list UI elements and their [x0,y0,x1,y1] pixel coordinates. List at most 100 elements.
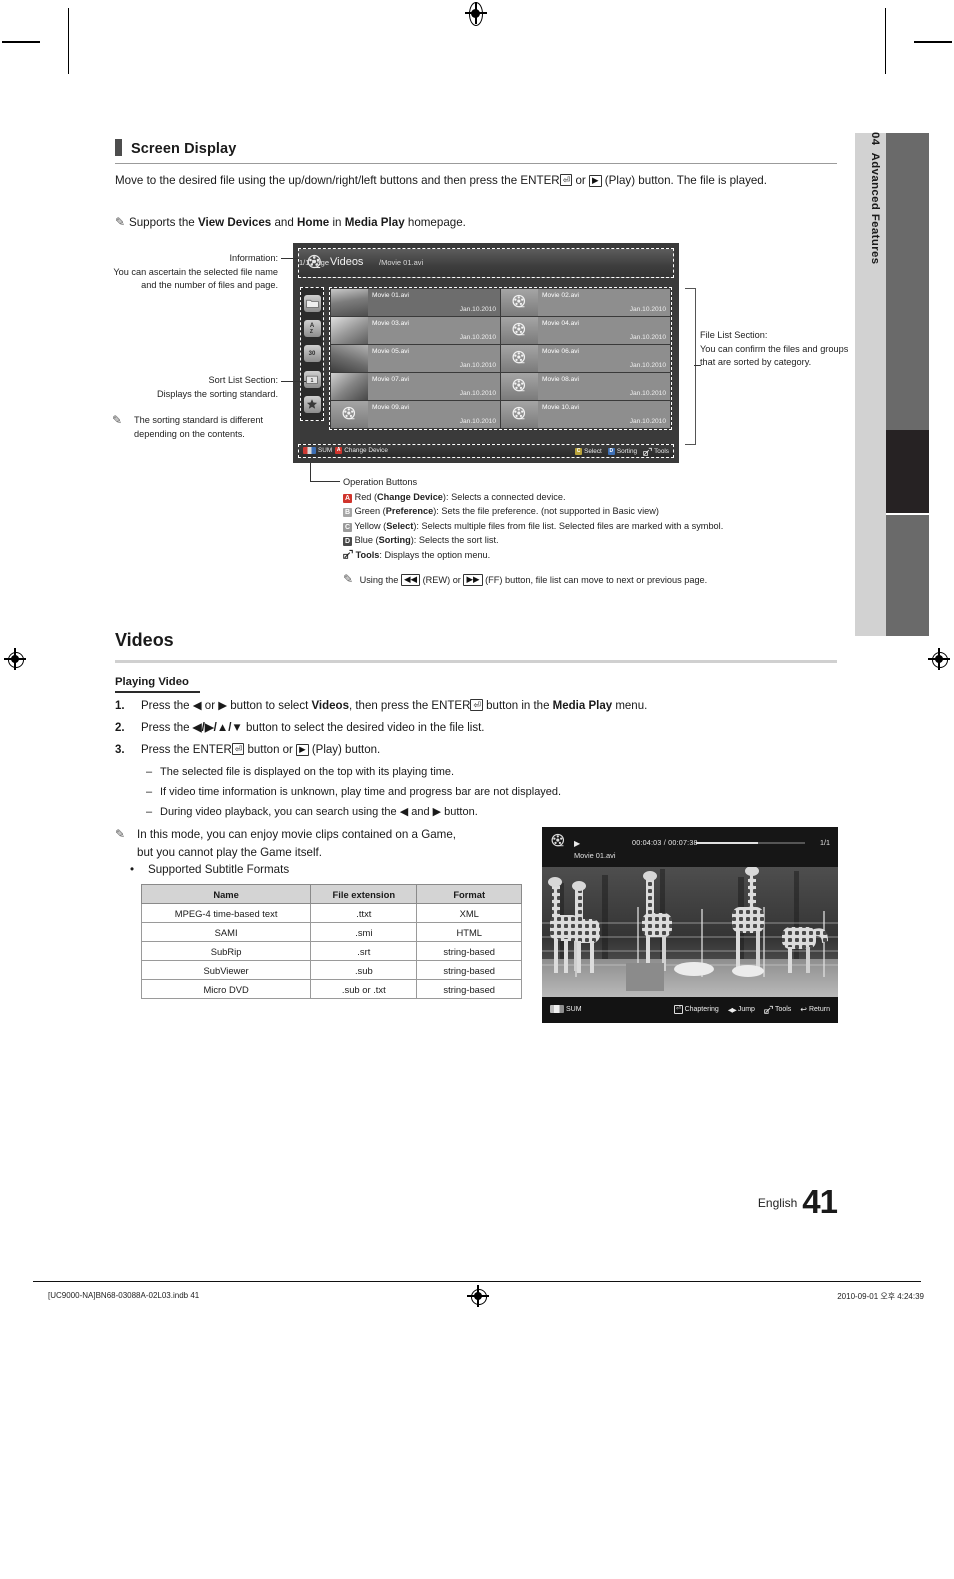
file-date: Jan.10.2010 [459,362,496,369]
folder-icon[interactable] [303,295,321,313]
red-desc: Selects a connected device. [451,491,566,502]
file-thumbnail [331,373,368,400]
play-status-icon: ▶ [574,839,581,848]
videos-heading-text: Videos [115,630,174,650]
file-thumbnail [331,289,368,316]
sort-callout-title: Sort List Section: [208,375,278,385]
file-list-item[interactable]: Movie 02.avi Jan.10.2010 [501,289,670,316]
favorites-star-icon[interactable] [303,395,321,413]
film-reel-thumbnail-icon [501,345,538,372]
red-key-icon: A [343,493,352,503]
step-1-number: 1. [115,700,125,712]
filelist-callout-body: You can confirm the files and groups tha… [700,343,849,368]
file-date: Jan.10.2010 [459,390,496,397]
calendar-30-icon[interactable]: 30 [303,345,321,363]
chaptering-button[interactable]: ⏎ Chaptering [673,1005,719,1014]
step-2-text: Press the ◀/▶/▲/▼ button to select the d… [141,720,835,736]
film-reel-icon-player [551,833,565,847]
videos-heading: Videos [115,630,837,651]
screen-display-heading: Screen Display [115,139,837,158]
player-tools-button[interactable]: Tools [764,1005,791,1014]
step-1-text: Press the ◀ or ▶ button to select Videos… [141,699,648,712]
file-list-info-bar: Videos /Movie 01.avi 1/1 Page [298,248,674,278]
note-view-devices: View Devices [197,216,272,229]
enter-key-icon: ⏎ [559,174,573,186]
dash-item-1: – The selected file is displayed on the … [146,764,836,780]
rew-key-icon: ◀◀ [400,573,421,586]
tools-desc: : Displays the option menu. [379,549,491,560]
green-label: Green [354,506,381,516]
table-cell: .srt [310,941,418,961]
player-operation-left: SUM [550,1005,582,1013]
file-name: Movie 06.avi [542,348,580,355]
tools-bold: Tools [355,549,380,560]
game-note: ✎ In this mode, you can enjoy movie clip… [115,826,535,861]
operation-item-blue: D Blue (Sorting): Selects the sort list. [343,535,499,546]
change-device-button[interactable]: A Change Device [335,447,388,454]
crop-mark-tr-v [885,8,886,74]
file-list-item[interactable]: Movie 09.avi Jan.10.2010 [331,401,500,428]
c-key-icon: C [575,448,583,455]
file-date: Jan.10.2010 [629,362,666,369]
file-meta: Movie 07.avi Jan.10.2010 [368,373,500,400]
file-list-section[interactable]: Movie 01.avi Jan.10.2010 Movie 02.avi Jan.1… [329,287,672,430]
a-key-icon: A [335,447,343,454]
file-list-item[interactable]: Movie 04.avi Jan.10.2010 [501,317,670,344]
file-meta: Movie 02.avi Jan.10.2010 [538,289,670,316]
file-list-item[interactable]: Movie 06.avi Jan.10.2010 [501,345,670,372]
jump-button[interactable]: ◀▶ Jump [728,1006,755,1014]
step-3-b: button or [244,744,297,756]
file-list-item[interactable]: Movie 08.avi Jan.10.2010 [501,373,670,400]
table-cell: MPEG-4 time-based text [140,903,312,923]
step-3-number: 3. [115,744,125,756]
dash-text-1: The selected file is displayed on the to… [160,766,455,778]
player-sum-label: SUM [566,1005,582,1013]
alphabet-az-icon[interactable]: AZ [303,320,321,338]
feed-trough [626,963,664,991]
player-operation-right: ⏎ Chaptering ◀▶ Jump Tools ↩ Return [673,1005,830,1014]
preference-icon[interactable]: 1 [303,370,321,388]
operation-leader-horiz [310,481,340,482]
enter-key-icon-step1: ⏎ [470,699,483,711]
registration-mark-bottom [467,1285,489,1307]
file-list-item[interactable]: Movie 05.avi Jan.10.2010 [331,345,500,372]
step-1: 1. Press the ◀ or ▶ button to select Vid… [115,698,835,714]
progress-bar[interactable] [696,842,805,844]
sorting-button[interactable]: D Sorting [607,448,637,455]
yellow-bold: Select [386,520,414,531]
dash-text-2: If video time information is unknown, pl… [160,786,562,798]
select-button[interactable]: C Select [575,448,602,455]
step-2-b: button to select the desired video in th… [242,722,485,734]
sort-list-section[interactable]: AZ 30 1 [300,287,324,421]
table-cell: string-based [416,941,522,961]
subtitle-bullet-text: Supported Subtitle Formats [148,863,290,876]
file-list-item[interactable]: Movie 07.avi Jan.10.2010 [331,373,500,400]
file-list-operation-bar: SUM A Change Device C Select D Sorting T… [298,444,674,458]
dash-item-3: – During video playback, you can search … [146,804,836,820]
chapter-number: 04 [869,132,881,146]
note-home: Home [297,216,330,229]
file-list-item[interactable]: Movie 10.avi Jan.10.2010 [501,401,670,428]
file-date: Jan.10.2010 [629,418,666,425]
green-bold: Preference [385,506,434,516]
yellow-desc: Selects multiple files from file list. S… [421,520,724,531]
registration-mark-top [465,2,487,26]
left-right-icon: ◀▶ [727,1006,737,1014]
file-list-item[interactable]: Movie 03.avi Jan.10.2010 [331,317,500,344]
player-sum-button[interactable]: SUM [550,1005,582,1013]
step-2: 2. Press the ◀/▶/▲/▼ button to select th… [115,720,835,736]
video-player-screenshot: ▶ 00:04:03 / 00:07:38 1/1 Movie 01.avi S… [542,827,838,1023]
return-button[interactable]: ↩ Return [800,1005,830,1014]
operation-bar-right: C Select D Sorting Tools [575,447,669,456]
file-meta: Movie 04.avi Jan.10.2010 [538,317,670,344]
bullet-dot-icon: • [130,863,135,876]
supported-subtitle-formats-table: Name File extension Format MPEG-4 time-b… [140,884,522,999]
sum-button[interactable]: SUM [303,447,332,454]
crop-mark-tr-h [914,41,952,43]
col-format: Format [416,884,522,904]
rew-note-text-c: (FF) button, file list can move to next … [485,575,708,585]
file-date: Jan.10.2010 [629,306,666,313]
tools-button[interactable]: Tools [643,447,669,456]
chaptering-label: Chaptering [684,1006,719,1013]
file-list-item[interactable]: Movie 01.avi Jan.10.2010 [331,289,500,316]
